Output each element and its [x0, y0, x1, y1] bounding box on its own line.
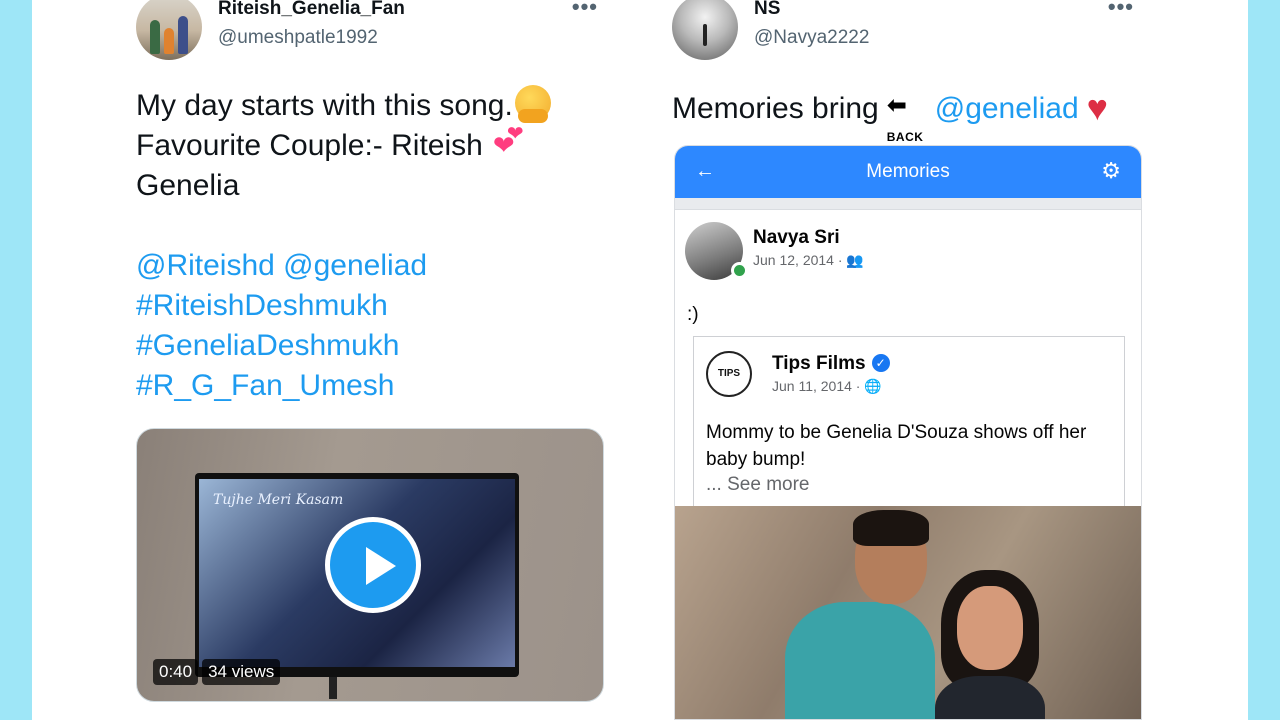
- fb-page-date: Jun 11, 2014 · 🌐: [772, 378, 882, 394]
- tweet-line: Favourite Couple:- Riteish ❤ ❤: [136, 123, 612, 166]
- fb-post-text: :): [687, 304, 699, 325]
- avatar-figure: [164, 28, 174, 54]
- online-status-dot: [731, 262, 748, 279]
- tv-cable: [329, 677, 337, 699]
- screenshot-canvas: Riteish_Genelia_Fan @umeshpatle1992 ••• …: [32, 0, 1248, 720]
- facebook-memory-screenshot[interactable]: ← Memories ⚙ Navya Sri Jun 12, 2014 · 👥 …: [674, 145, 1142, 720]
- fb-shared-post: TIPS Tips Films ✓ Jun 11, 2014 · 🌐 Mommy …: [693, 336, 1125, 521]
- fb-top-bar: ← Memories ⚙: [675, 146, 1141, 198]
- tweet-riteish-genelia-fan[interactable]: Riteish_Genelia_Fan @umeshpatle1992 ••• …: [136, 0, 612, 720]
- tweet-text-prefix: Memories bring: [672, 92, 879, 125]
- fb-bar-title: Memories: [866, 161, 950, 182]
- mention-links[interactable]: @Riteishd @geneliad: [136, 246, 612, 286]
- video-duration: 0:40: [153, 659, 199, 685]
- tweet-text: My day starts with this song. Favourite …: [136, 85, 612, 406]
- tweet-text-line1: My day starts with this song.: [136, 89, 513, 122]
- ellipsis-icon[interactable]: •••: [1108, 0, 1134, 20]
- author-handle[interactable]: @umeshpatle1992: [218, 27, 378, 49]
- couple-photo: [675, 506, 1141, 719]
- hashtag-link[interactable]: #RiteishDeshmukh: [136, 286, 612, 326]
- play-icon[interactable]: [325, 517, 421, 613]
- see-more-link: ... See more: [706, 474, 810, 495]
- photo-person: [935, 570, 1055, 719]
- fb-poster-date: Jun 12, 2014 · 👥: [753, 252, 864, 268]
- fb-poster-name: Navya Sri: [753, 227, 840, 248]
- tweet-text-line3: Genelia: [136, 169, 240, 202]
- video-views: 34 views: [202, 659, 281, 685]
- video-player[interactable]: Tujhe Meri Kasam 0:40 34 views: [136, 428, 604, 702]
- hugging-face-emoji-icon: [514, 85, 551, 124]
- gear-icon: ⚙: [1101, 158, 1121, 183]
- avatar-figure: [178, 16, 188, 54]
- tweet-line: Memories bring ⬅ BACK @geneliad ♥: [672, 86, 1148, 145]
- tv-screen-title: Tujhe Meri Kasam: [213, 492, 344, 508]
- tweet-line: My day starts with this song.: [136, 85, 612, 126]
- author-name[interactable]: Riteish_Genelia_Fan: [218, 0, 405, 20]
- author-name[interactable]: NS: [754, 0, 780, 20]
- tweet-text-line2: Favourite Couple:- Riteish: [136, 129, 483, 162]
- fb-page-name: Tips Films: [772, 353, 866, 374]
- fb-separator: [675, 198, 1141, 210]
- video-meta: 0:40 34 views: [153, 659, 281, 685]
- two-hearts-emoji-icon: ❤ ❤: [492, 123, 524, 161]
- verified-badge-icon: ✓: [871, 354, 890, 372]
- fb-page-name-row: Tips Films ✓: [772, 353, 890, 375]
- mention-link[interactable]: @geneliad: [935, 92, 1079, 125]
- tips-films-logo: TIPS: [706, 351, 752, 397]
- fb-shared-text: Mommy to be Genelia D'Souza shows off he…: [706, 422, 1087, 470]
- hashtag-link[interactable]: #R_G_Fan_Umesh: [136, 366, 612, 406]
- avatar[interactable]: [136, 0, 202, 60]
- back-arrow-icon: ⬅ BACK: [885, 94, 929, 145]
- red-heart-icon: ♥: [1086, 87, 1109, 128]
- tweet-text: Memories bring ⬅ BACK @geneliad ♥: [672, 86, 1148, 145]
- tweet-ns[interactable]: NS @Navya2222 ••• Memories bring ⬅ BACK @ge…: [672, 0, 1148, 720]
- ellipsis-icon[interactable]: •••: [572, 0, 598, 20]
- avatar[interactable]: [672, 0, 738, 60]
- avatar-figure: [150, 20, 160, 54]
- hashtag-link[interactable]: #GeneliaDeshmukh: [136, 326, 612, 366]
- avatar-figure: [703, 24, 707, 46]
- photo-person: [785, 510, 935, 719]
- author-handle[interactable]: @Navya2222: [754, 27, 869, 49]
